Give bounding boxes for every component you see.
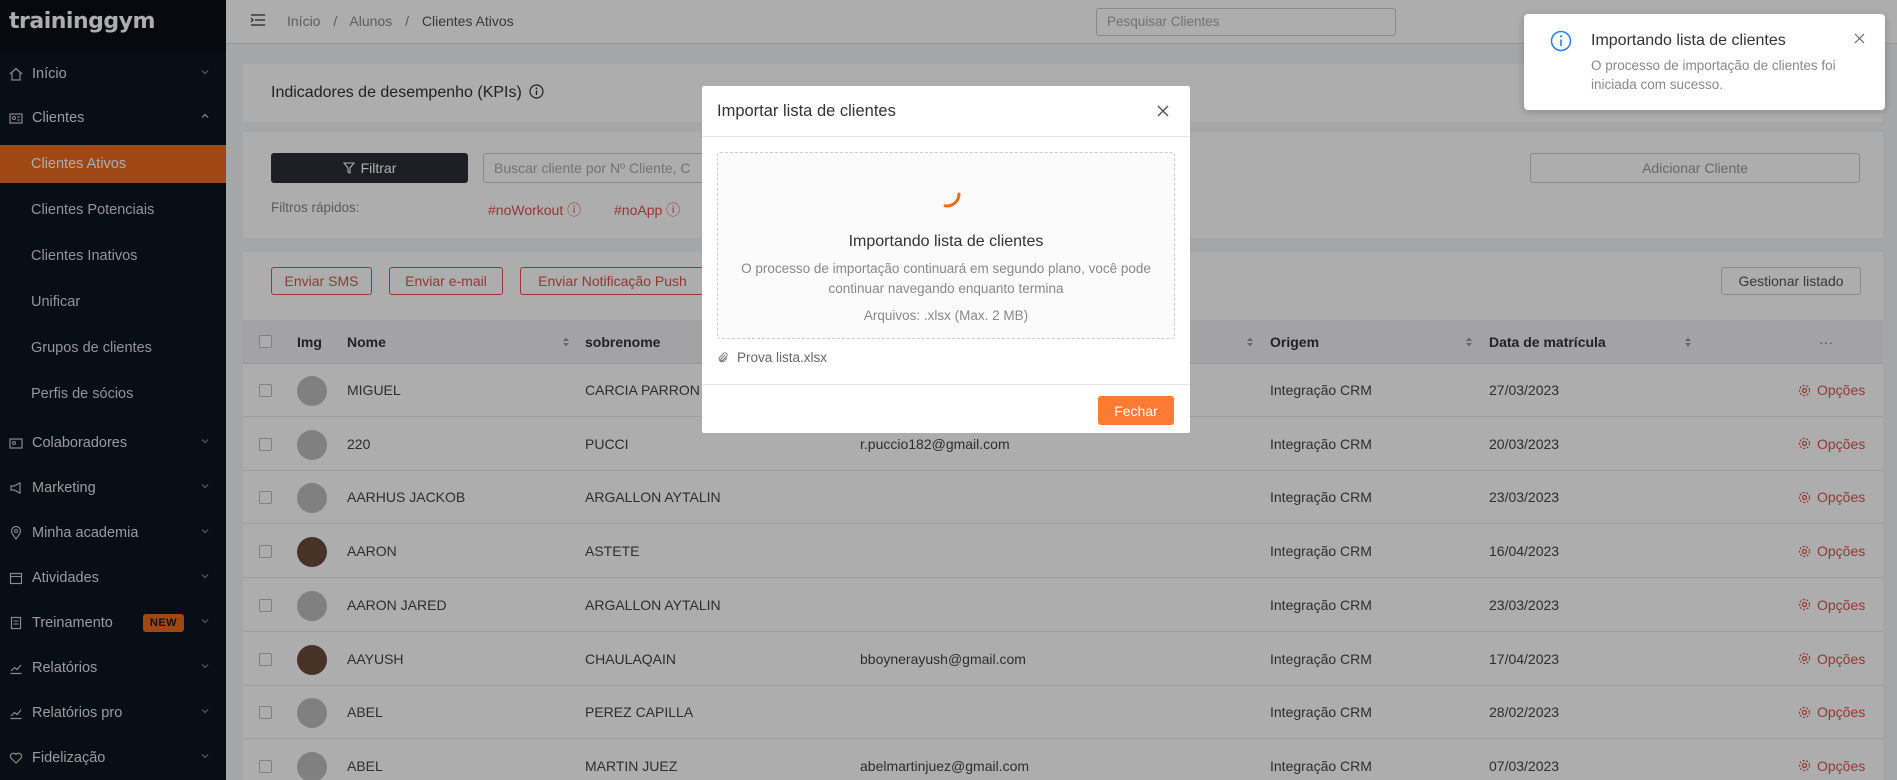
- paperclip-icon: [718, 351, 728, 362]
- attached-file-name: Prova lista.xlsx: [737, 350, 828, 365]
- close-button[interactable]: Fechar: [1098, 396, 1174, 425]
- close-icon[interactable]: [1854, 33, 1865, 44]
- toast-message: O processo de importação de clientes foi…: [1591, 58, 1836, 92]
- dropzone-file-hint: Arquivos: .xlsx (Max. 2 MB): [863, 308, 1029, 323]
- notification-toast: Importando lista de clientes O processo …: [1524, 14, 1885, 110]
- modal-footer: Fechar: [702, 384, 1190, 433]
- loading-spinner-icon: [943, 192, 961, 208]
- close-icon[interactable]: [1156, 104, 1170, 118]
- modal-title: Importar lista de clientes: [717, 102, 896, 120]
- modal-header: Importar lista de clientes: [702, 86, 1190, 137]
- toast-title: Importando lista de clientes: [1591, 32, 1786, 49]
- close-button-label: Fechar: [1114, 402, 1158, 419]
- info-icon: [1550, 30, 1572, 52]
- attached-file: Prova lista.xlsx: [717, 350, 827, 365]
- dropzone-description: O processo de importação continuará em s…: [741, 261, 1151, 296]
- dropzone-title: Importando lista de clientes: [848, 233, 1044, 250]
- upload-dropzone[interactable]: Importando lista de clientes O processo …: [717, 152, 1175, 339]
- import-modal: Importar lista de clientes Importando li…: [702, 86, 1190, 433]
